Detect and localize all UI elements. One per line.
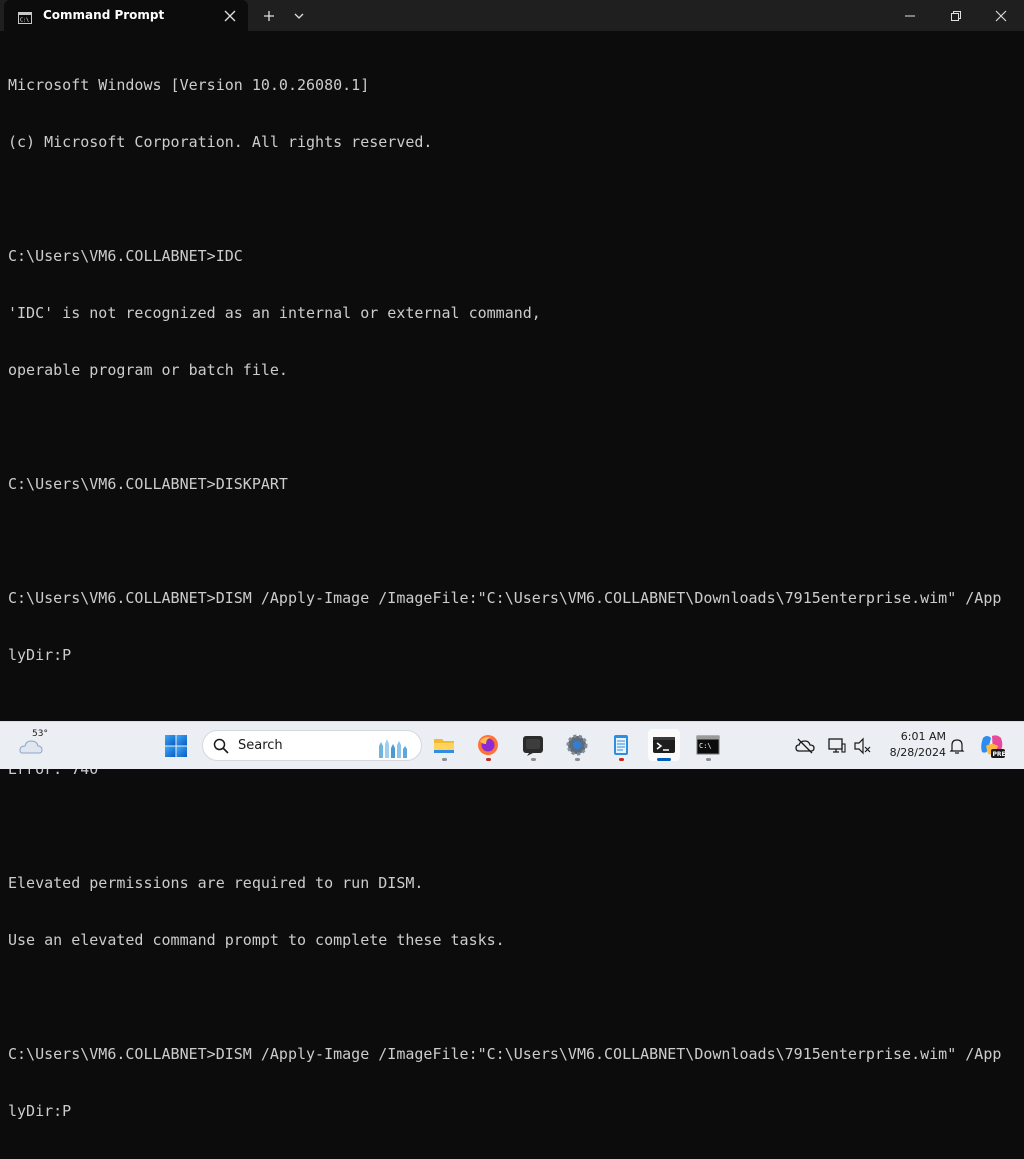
console-line: 'IDC' is not recognized as an internal o… (8, 304, 541, 322)
running-indicator (575, 758, 580, 761)
taskbar-file-explorer[interactable] (428, 729, 460, 761)
taskbar-app[interactable] (517, 729, 549, 761)
console-line: lyDir:P (8, 1102, 72, 1120)
console-line: lyDir:P (8, 646, 72, 664)
search-icon (213, 738, 229, 754)
console-line: Microsoft Windows [Version 10.0.26080.1] (8, 76, 370, 94)
notification-bell-icon[interactable] (947, 736, 967, 756)
running-indicator (442, 758, 447, 761)
search-input[interactable]: Search (202, 730, 422, 761)
display-icon[interactable] (827, 736, 847, 756)
new-tab-icon[interactable] (258, 5, 280, 27)
svg-text:C:\: C:\ (699, 742, 712, 750)
clock-date: 8/28/2024 (889, 746, 946, 759)
command-prompt-window: C:\ Command Prompt Microsoft Windows [Ve… (0, 0, 1024, 1120)
console-line: C:\Users\VM6.COLLABNET>DISM /Apply-Image… (8, 1045, 1002, 1063)
terminal-icon (653, 737, 675, 753)
svg-text:PRE: PRE (993, 751, 1006, 758)
search-label: Search (238, 738, 283, 753)
clock-time: 6:01 AM (900, 730, 946, 743)
settings-icon (566, 734, 588, 756)
console-line: C:\Users\VM6.COLLABNET>IDC (8, 247, 243, 265)
console-line: Use an elevated command prompt to comple… (8, 931, 505, 949)
firefox-icon (478, 735, 498, 755)
title-bar: C:\ Command Prompt (0, 0, 1024, 31)
taskbar-firefox[interactable] (472, 729, 504, 761)
console-line: C:\Users\VM6.COLLABNET>DISM /Apply-Image… (8, 589, 1002, 607)
console-line: (c) Microsoft Corporation. All rights re… (8, 133, 433, 151)
active-indicator (657, 758, 671, 761)
app-icon (523, 736, 543, 756)
start-button[interactable] (164, 734, 188, 758)
chevron-down-icon[interactable] (288, 5, 310, 27)
svg-text:C:\: C:\ (20, 18, 29, 24)
onedrive-offline-icon[interactable] (795, 736, 815, 756)
command-prompt-icon: C:\ (696, 735, 720, 755)
running-indicator (619, 758, 624, 761)
taskbar-settings[interactable] (561, 729, 593, 761)
command-prompt-icon: C:\ (18, 9, 32, 24)
close-window-button[interactable] (978, 0, 1024, 31)
console-line: operable program or batch file. (8, 361, 288, 379)
system-clock[interactable]: 6:01 AM 8/28/2024 (876, 729, 946, 761)
console-line: C:\Users\VM6.COLLABNET>DISKPART (8, 475, 288, 493)
maximize-button[interactable] (933, 0, 979, 31)
running-indicator (531, 758, 536, 761)
console-output[interactable]: Microsoft Windows [Version 10.0.26080.1]… (8, 38, 1008, 1159)
notepad-icon (614, 735, 628, 755)
running-indicator (706, 758, 711, 761)
search-highlight-icon (375, 736, 409, 758)
minimize-button[interactable] (887, 0, 933, 31)
console-line: Elevated permissions are required to run… (8, 874, 424, 892)
file-explorer-icon (434, 739, 454, 753)
taskbar-command-prompt[interactable]: C:\ (692, 729, 724, 761)
copilot-icon[interactable]: PRE (978, 732, 1006, 760)
taskbar-notepad[interactable] (605, 729, 637, 761)
taskbar-terminal[interactable] (648, 729, 680, 761)
running-indicator (486, 758, 491, 761)
close-tab-icon[interactable] (220, 6, 240, 26)
network-volume-icon[interactable] (852, 736, 872, 756)
tab-command-prompt[interactable]: C:\ Command Prompt (4, 0, 248, 31)
taskbar: 53° Search C:\ 6:01 AM 8/28/2024 PRE (0, 721, 1024, 769)
weather-temperature: 53° (32, 729, 48, 739)
tab-title: Command Prompt (43, 8, 165, 22)
